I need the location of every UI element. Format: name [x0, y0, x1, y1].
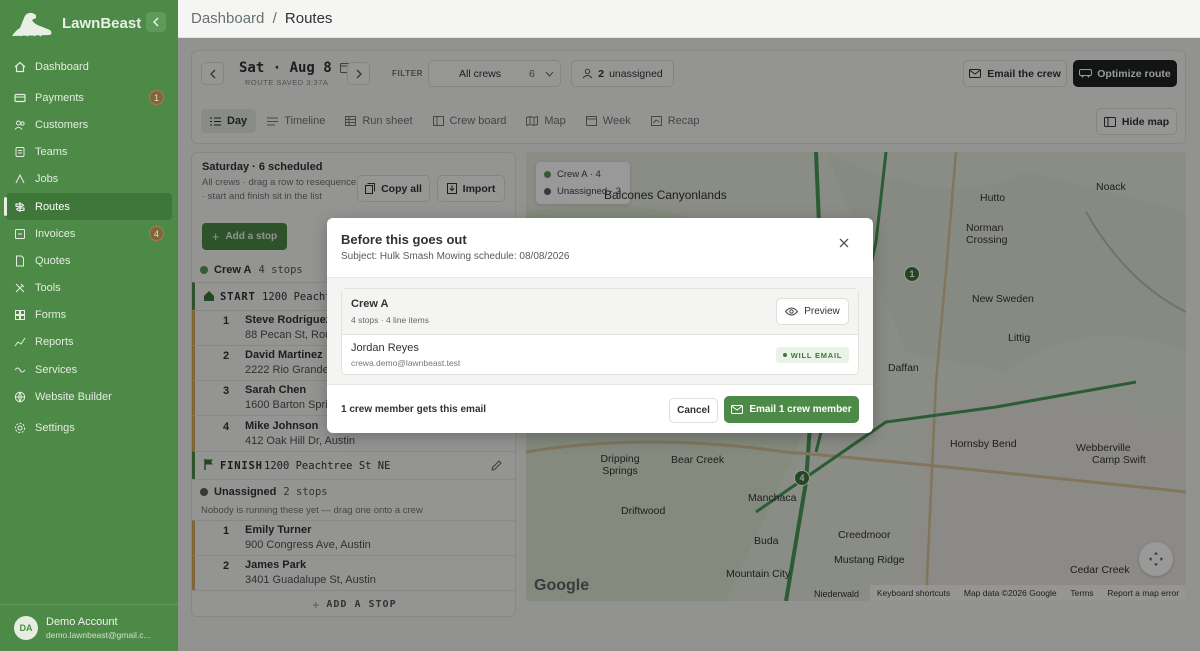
sidebar-item-routes[interactable]: Routes — [4, 192, 172, 221]
crew-card-meta: 4 stops · 4 line items — [351, 315, 429, 325]
sidebar-item-label: Services — [35, 363, 78, 376]
customers-icon — [14, 119, 26, 131]
cancel-label: Cancel — [677, 405, 710, 416]
payments-icon — [14, 92, 26, 104]
preview-label: Preview — [804, 306, 840, 317]
forms-icon — [14, 309, 26, 321]
sidebar-item-services[interactable]: Services — [6, 356, 172, 383]
crew-card-name: Crew A — [351, 298, 389, 310]
will-email-label: WILL EMAIL — [790, 350, 843, 360]
sidebar-item-label: Quotes — [35, 254, 71, 267]
teams-icon — [14, 146, 26, 158]
sidebar-item-label: Payments — [35, 91, 84, 104]
member-name: Jordan Reyes — [351, 342, 419, 354]
sidebar-item-label: Routes — [35, 200, 70, 213]
sidebar-item-forms[interactable]: Forms — [6, 302, 172, 329]
close-dialog-button[interactable] — [838, 237, 852, 251]
brand-name: LawnBeast — [62, 14, 142, 32]
sidebar-item-label: Website Builder — [35, 390, 112, 403]
breadcrumb-separator: / — [272, 10, 277, 27]
recipient-count-text: 1 crew member gets this email — [341, 404, 487, 415]
breadcrumb: Dashboard / Routes — [191, 10, 332, 27]
dialog-body: Crew A 4 stops · 4 line items Preview Jo… — [327, 277, 873, 385]
jobs-icon — [14, 173, 26, 185]
crew-card-header: Crew A 4 stops · 4 line items Preview — [342, 289, 858, 335]
sidebar-item-jobs[interactable]: Jobs — [6, 166, 172, 193]
status-dot — [782, 353, 787, 357]
account-menu[interactable]: DA Demo Account demo.lawnbeast@gmail.c..… — [0, 604, 178, 651]
preview-button[interactable]: Preview — [776, 298, 849, 325]
globe-icon — [14, 391, 26, 403]
member-email: crewa.demo@lawnbeast.test — [351, 358, 461, 368]
reports-icon — [14, 336, 26, 348]
sidebar-item-label: Settings — [35, 422, 75, 435]
sidebar-item-label: Tools — [35, 282, 61, 295]
sidebar-item-settings[interactable]: Settings — [6, 414, 172, 441]
sidebar-item-invoices[interactable]: Invoices 4 — [6, 220, 172, 247]
invoices-icon — [14, 228, 26, 240]
avatar: DA — [14, 616, 38, 640]
invoices-badge: 4 — [149, 226, 164, 242]
email-crew-member-button[interactable]: Email 1 crew member — [724, 396, 859, 423]
email-crew-dialog: Before this goes out Subject: Hulk Smash… — [327, 218, 873, 433]
cancel-button[interactable]: Cancel — [669, 398, 718, 423]
will-email-badge: WILL EMAIL — [776, 347, 849, 363]
sidebar-item-website-builder[interactable]: Website Builder — [6, 383, 172, 410]
dashboard-icon — [14, 61, 26, 73]
settings-icon — [14, 422, 26, 434]
sidebar-nav: Dashboard Payments 1 Customers Teams Jobs… — [4, 53, 172, 442]
quotes-icon — [14, 255, 26, 267]
sidebar-item-quotes[interactable]: Quotes — [6, 247, 172, 274]
sidebar-item-label: Teams — [35, 146, 68, 159]
brand[interactable]: LawnBeast — [10, 6, 141, 40]
services-icon — [14, 364, 26, 376]
eye-icon — [785, 307, 799, 316]
crew-email-card: Crew A 4 stops · 4 line items Preview Jo… — [341, 288, 859, 375]
tools-icon — [14, 282, 26, 294]
chevron-left-icon — [152, 17, 159, 27]
sidebar-item-payments[interactable]: Payments 1 — [6, 84, 172, 111]
sidebar-item-label: Invoices — [35, 227, 76, 240]
account-email: demo.lawnbeast@gmail.c... — [46, 630, 151, 640]
breadcrumb-current: Routes — [284, 10, 333, 27]
breadcrumb-dashboard[interactable]: Dashboard — [191, 10, 264, 27]
sidebar-item-tools[interactable]: Tools — [6, 275, 172, 302]
sidebar-item-customers[interactable]: Customers — [6, 111, 172, 138]
sidebar-item-teams[interactable]: Teams — [6, 139, 172, 166]
sidebar-item-label: Dashboard — [35, 60, 89, 73]
sidebar-item-label: Customers — [35, 118, 89, 131]
sidebar: LawnBeast Dashboard Payments 1 Customers … — [0, 0, 178, 651]
account-name: Demo Account — [46, 616, 118, 628]
sidebar-item-label: Forms — [35, 309, 67, 322]
collapse-sidebar-button[interactable] — [146, 12, 166, 32]
sidebar-item-label: Reports — [35, 336, 74, 349]
dialog-title: Before this goes out — [341, 232, 467, 247]
routes-icon — [14, 201, 26, 213]
mail-icon — [731, 405, 744, 414]
email-crew-member-label: Email 1 crew member — [749, 404, 852, 415]
sidebar-item-label: Jobs — [35, 173, 59, 186]
dinosaur-logo-icon — [12, 12, 52, 37]
close-icon — [839, 238, 849, 248]
email-subject: Subject: Hulk Smash Mowing schedule: 08/… — [341, 251, 570, 262]
sidebar-item-reports[interactable]: Reports — [6, 329, 172, 356]
top-bar: Dashboard / Routes — [178, 0, 1200, 38]
payments-badge: 1 — [149, 90, 164, 106]
sidebar-item-dashboard[interactable]: Dashboard — [6, 53, 172, 80]
